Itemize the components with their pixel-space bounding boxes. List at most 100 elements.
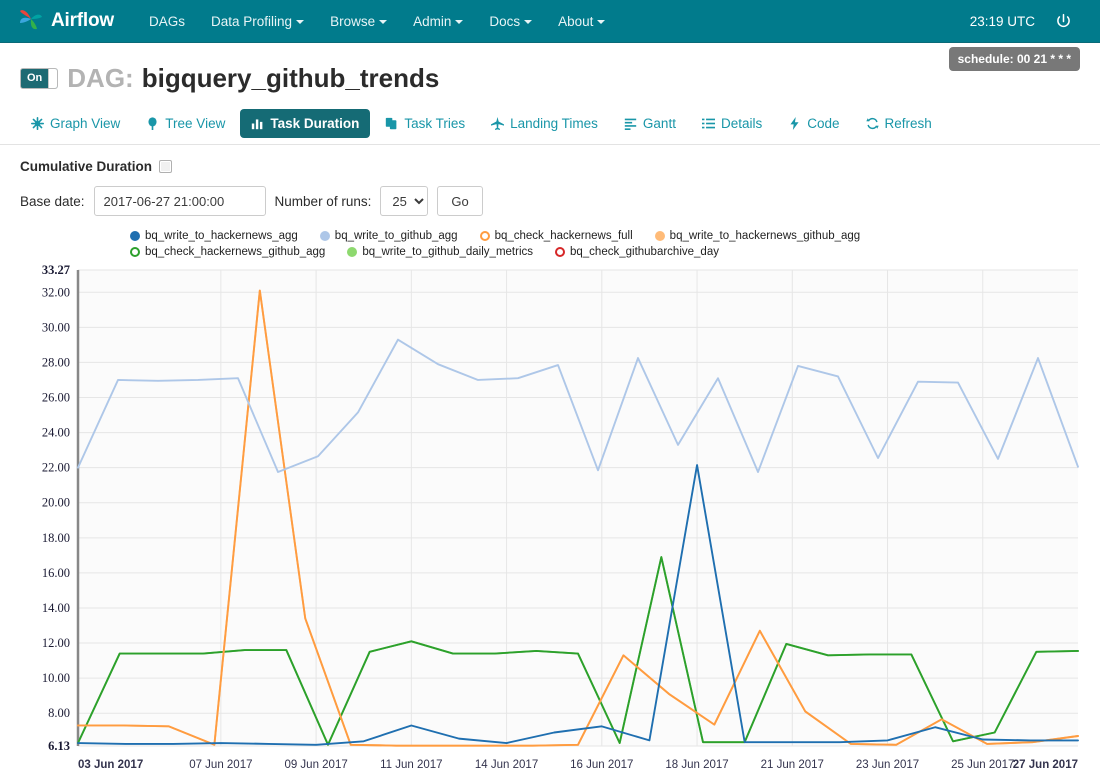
tab-label: Landing Times	[510, 116, 598, 131]
top-navbar: Airflow DAGs Data Profiling Browse Admin…	[0, 0, 1100, 43]
svg-text:18 Jun 2017: 18 Jun 2017	[665, 759, 728, 770]
svg-text:30.00: 30.00	[42, 320, 70, 334]
legend-item-bq-check-hackernews-github-agg[interactable]: bq_check_hackernews_github_agg	[130, 246, 325, 258]
tab-landing-times[interactable]: Landing Times	[480, 109, 609, 138]
legend-label: bq_write_to_github_agg	[334, 230, 458, 242]
tab-label: Gantt	[642, 116, 676, 131]
number-of-runs-label: Number of runs:	[274, 193, 372, 209]
base-date-label: Base date:	[20, 193, 85, 209]
brand-logo[interactable]: Airflow	[18, 6, 114, 37]
svg-text:28.00: 28.00	[42, 355, 70, 369]
dag-prefix-label: DAG:	[67, 63, 134, 93]
task-duration-chart[interactable]: 6.13 8.00 10.00 12.00 14.00 16.00 18.00 20.00 22…	[20, 264, 1080, 770]
tab-refresh[interactable]: Refresh	[855, 109, 943, 138]
chevron-down-icon	[455, 19, 464, 24]
svg-text:03 Jun 2017: 03 Jun 2017	[78, 759, 143, 770]
tab-details[interactable]: Details	[691, 109, 773, 138]
tab-task-duration[interactable]: Task Duration	[240, 109, 371, 138]
legend-color-swatch	[654, 231, 665, 241]
svg-text:33.27: 33.27	[42, 264, 70, 277]
nav-label: Browse	[330, 13, 376, 29]
legend-item-bq-write-to-hackernews-github-agg[interactable]: bq_write_to_hackernews_github_agg	[654, 230, 860, 242]
nav-label: About	[558, 13, 594, 29]
tab-task-tries[interactable]: Task Tries	[374, 109, 476, 138]
nav-item-about[interactable]: About	[545, 3, 618, 40]
nav-label: Docs	[489, 13, 521, 29]
dag-header: On DAG: bigquery_github_trends schedule:…	[20, 43, 1080, 94]
legend-item-bq-write-to-github-agg[interactable]: bq_write_to_github_agg	[319, 230, 458, 242]
legend-label: bq_check_hackernews_full	[494, 230, 633, 242]
chevron-down-icon	[296, 19, 305, 24]
toggle-state-label: On	[27, 72, 43, 84]
svg-text:21 Jun 2017: 21 Jun 2017	[761, 759, 824, 770]
tab-graph-view[interactable]: Graph View	[20, 109, 131, 138]
legend-item-bq-check-githubarchive-day[interactable]: bq_check_githubarchive_day	[555, 246, 719, 258]
svg-text:8.00: 8.00	[48, 706, 70, 720]
chevron-down-icon	[524, 19, 533, 24]
chart-controls: Base date: Number of runs: 25 Go	[20, 186, 1080, 216]
chevron-down-icon	[379, 19, 388, 24]
svg-text:24.00: 24.00	[42, 426, 70, 440]
chart-canvas[interactable]: 6.13 8.00 10.00 12.00 14.00 16.00 18.00 20.00 22…	[20, 264, 1080, 770]
legend-color-swatch	[479, 231, 490, 241]
plane-icon	[491, 117, 505, 130]
cumulative-duration-checkbox[interactable]	[159, 160, 173, 173]
legend-color-swatch	[347, 247, 358, 257]
legend-color-swatch	[130, 231, 140, 241]
legend-item-bq-write-to-github-daily-metrics[interactable]: bq_write_to_github_daily_metrics	[347, 246, 533, 258]
tab-label: Graph View	[50, 116, 121, 131]
navbar-right: 23:19 UTC	[970, 13, 1086, 30]
tab-label: Refresh	[884, 116, 932, 131]
asterisk-icon	[31, 117, 44, 130]
svg-text:26.00: 26.00	[42, 391, 70, 405]
legend-color-swatch	[319, 231, 330, 241]
chevron-down-icon	[597, 19, 606, 24]
tab-tree-view[interactable]: Tree View	[135, 109, 236, 138]
legend-label: bq_write_to_github_daily_metrics	[362, 246, 533, 258]
tab-label: Details	[720, 116, 763, 131]
svg-text:23 Jun 2017: 23 Jun 2017	[856, 759, 919, 770]
go-button[interactable]: Go	[437, 186, 483, 216]
nav-menu: DAGs Data Profiling Browse Admin Docs Ab…	[136, 3, 618, 40]
brand-title: Airflow	[51, 10, 114, 31]
svg-text:09 Jun 2017: 09 Jun 2017	[284, 759, 347, 770]
list-icon	[701, 117, 715, 130]
align-left-icon	[624, 117, 637, 130]
number-of-runs-select[interactable]: 25	[380, 186, 429, 216]
legend-label: bq_check_githubarchive_day	[570, 246, 719, 258]
svg-text:07 Jun 2017: 07 Jun 2017	[189, 759, 252, 770]
legend-label: bq_check_hackernews_github_agg	[145, 246, 326, 258]
divider	[0, 144, 1100, 145]
nav-item-dags[interactable]: DAGs	[136, 3, 198, 40]
copy-icon	[385, 117, 398, 130]
nav-item-docs[interactable]: Docs	[476, 3, 545, 40]
utc-clock: 23:19 UTC	[969, 13, 1035, 29]
toggle-knob	[48, 69, 58, 88]
base-date-input[interactable]	[93, 186, 266, 216]
tab-label: Code	[807, 116, 840, 131]
svg-text:20.00: 20.00	[42, 496, 70, 510]
svg-text:27 Jun 2017: 27 Jun 2017	[1013, 759, 1078, 770]
nav-item-data-profiling[interactable]: Data Profiling	[198, 3, 317, 40]
svg-text:22.00: 22.00	[42, 461, 70, 475]
svg-text:16 Jun 2017: 16 Jun 2017	[570, 759, 633, 770]
nav-item-admin[interactable]: Admin	[400, 3, 476, 40]
tab-code[interactable]: Code	[777, 109, 850, 138]
tab-label: Task Tries	[404, 116, 466, 131]
tab-gantt[interactable]: Gantt	[613, 109, 687, 138]
tab-label: Task Duration	[270, 116, 360, 131]
dag-on-off-toggle[interactable]: On	[20, 68, 59, 89]
svg-text:6.13: 6.13	[48, 739, 70, 753]
nav-label: Admin	[413, 13, 452, 29]
svg-text:25 Jun 2017: 25 Jun 2017	[951, 759, 1014, 770]
legend-item-bq-check-hackernews-full[interactable]: bq_check_hackernews_full	[479, 230, 633, 242]
nav-label: DAGs	[149, 13, 186, 29]
bolt-icon	[788, 117, 801, 130]
airflow-pinwheel-icon	[18, 6, 44, 37]
legend-color-swatch	[555, 247, 565, 257]
nav-item-browse[interactable]: Browse	[317, 3, 400, 40]
legend-item-bq-write-to-hackernews-agg[interactable]: bq_write_to_hackernews_agg	[130, 230, 298, 242]
power-icon[interactable]	[1055, 13, 1072, 30]
status-badge: schedule: 00 21 * * *	[948, 47, 1080, 71]
page-body: On DAG: bigquery_github_trends schedule:…	[0, 43, 1100, 770]
